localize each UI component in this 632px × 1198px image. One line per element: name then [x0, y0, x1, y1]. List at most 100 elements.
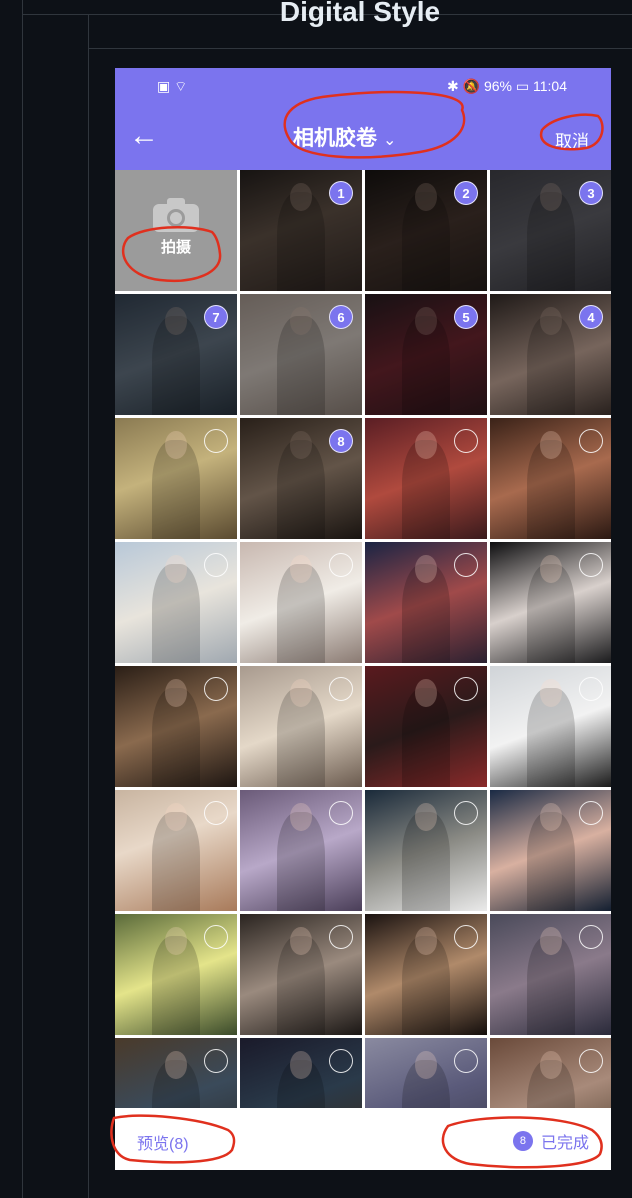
selection-circle-icon[interactable] — [329, 1049, 353, 1073]
photo-thumbnail[interactable]: 1 — [240, 170, 362, 291]
selection-order-badge[interactable]: 8 — [329, 429, 353, 453]
photo-thumbnail[interactable] — [240, 542, 362, 663]
photo-thumbnail[interactable] — [240, 666, 362, 787]
selection-circle-icon[interactable] — [454, 1049, 478, 1073]
photo-thumbnail[interactable]: 4 — [490, 294, 611, 415]
selection-circle-icon[interactable] — [579, 1049, 603, 1073]
camera-icon — [153, 198, 199, 232]
selection-circle-icon[interactable] — [329, 677, 353, 701]
photo-image — [526, 679, 576, 787]
status-bar-right: ✱ 🔕 96% ▭ 11:04 — [447, 78, 567, 94]
status-bar-left: ▣ ⌔ — [157, 78, 188, 94]
selection-circle-icon[interactable] — [204, 429, 228, 453]
cancel-button[interactable]: 取消 — [555, 127, 589, 152]
photo-thumbnail[interactable]: 8 — [240, 418, 362, 539]
photo-thumbnail[interactable] — [490, 914, 611, 1035]
photo-thumbnail[interactable] — [490, 542, 611, 663]
photo-thumbnail[interactable] — [115, 1038, 237, 1108]
photo-image — [151, 431, 201, 539]
chevron-down-icon: ⌄ — [383, 132, 397, 149]
album-selector[interactable]: 相机胶卷 ⌄ — [293, 122, 396, 152]
photo-thumbnail[interactable] — [240, 914, 362, 1035]
done-button[interactable]: 8 已完成 — [512, 1129, 589, 1153]
camera-capture-label: 拍摄 — [160, 239, 191, 256]
done-label: 已完成 — [540, 1135, 589, 1152]
selection-order-badge[interactable]: 2 — [454, 181, 478, 205]
heading-divider — [88, 48, 632, 49]
photo-thumbnail[interactable] — [240, 1038, 362, 1108]
photo-thumbnail[interactable]: 5 — [365, 294, 487, 415]
photo-thumbnail[interactable] — [115, 418, 237, 539]
border-line-inner — [88, 14, 89, 1198]
selection-circle-icon[interactable] — [454, 553, 478, 577]
photo-thumbnail[interactable] — [365, 1038, 487, 1108]
photo-thumbnail[interactable] — [490, 418, 611, 539]
photo-image — [526, 555, 576, 663]
photo-image — [151, 679, 201, 787]
bottom-bar: 预览(8) 8 已完成 — [115, 1108, 611, 1170]
photo-image — [526, 431, 576, 539]
selection-circle-icon[interactable] — [579, 553, 603, 577]
selection-circle-icon[interactable] — [454, 801, 478, 825]
selection-circle-icon[interactable] — [204, 553, 228, 577]
arrow-left-icon[interactable]: ← — [129, 118, 159, 154]
photo-image — [401, 927, 451, 1035]
photo-thumbnail[interactable]: 3 — [490, 170, 611, 291]
selection-circle-icon[interactable] — [204, 677, 228, 701]
photo-thumbnail[interactable] — [365, 542, 487, 663]
camera-capture-tile[interactable]: 拍摄 — [115, 170, 237, 291]
selection-order-badge[interactable]: 5 — [454, 305, 478, 329]
selection-order-badge[interactable]: 7 — [204, 305, 228, 329]
selection-circle-icon[interactable] — [579, 925, 603, 949]
photo-thumbnail[interactable]: 2 — [365, 170, 487, 291]
selection-circle-icon[interactable] — [579, 801, 603, 825]
selection-circle-icon[interactable] — [204, 1049, 228, 1073]
photo-thumbnail[interactable] — [490, 1038, 611, 1108]
photo-image — [526, 183, 576, 291]
selection-circle-icon[interactable] — [454, 677, 478, 701]
selection-order-badge[interactable]: 1 — [329, 181, 353, 205]
selection-circle-icon[interactable] — [579, 677, 603, 701]
photo-image — [151, 307, 201, 415]
phone-screenshot: ▣ ⌔ ✱ 🔕 96% ▭ 11:04 ← 相机胶卷 ⌄ 取消 拍摄 1 2 3 7 6 5… — [115, 68, 611, 1170]
photo-thumbnail[interactable] — [115, 542, 237, 663]
photo-image — [276, 307, 326, 415]
photo-image — [401, 803, 451, 911]
preview-button[interactable]: 预览(8) — [137, 1130, 189, 1154]
photo-image — [526, 1051, 576, 1108]
selection-circle-icon[interactable] — [329, 553, 353, 577]
photo-image — [526, 803, 576, 911]
selection-circle-icon[interactable] — [329, 925, 353, 949]
border-line-left — [22, 0, 23, 1198]
selection-order-badge[interactable]: 3 — [579, 181, 603, 205]
photo-image — [276, 183, 326, 291]
selection-circle-icon[interactable] — [204, 801, 228, 825]
photo-image — [401, 1051, 451, 1108]
selection-circle-icon[interactable] — [454, 925, 478, 949]
photo-thumbnail[interactable] — [115, 790, 237, 911]
photo-thumbnail[interactable]: 7 — [115, 294, 237, 415]
photo-thumbnail[interactable] — [365, 666, 487, 787]
photo-thumbnail[interactable] — [490, 666, 611, 787]
photo-image — [151, 803, 201, 911]
selection-circle-icon[interactable] — [204, 925, 228, 949]
photo-thumbnail[interactable] — [365, 790, 487, 911]
photo-thumbnail[interactable] — [115, 914, 237, 1035]
photo-image — [276, 679, 326, 787]
photo-thumbnail[interactable]: 6 — [240, 294, 362, 415]
selection-circle-icon[interactable] — [579, 429, 603, 453]
selection-order-badge[interactable]: 4 — [579, 305, 603, 329]
photo-thumbnail[interactable] — [240, 790, 362, 911]
photo-image — [401, 183, 451, 291]
photo-thumbnail[interactable] — [365, 418, 487, 539]
photo-image — [526, 927, 576, 1035]
app-header: ▣ ⌔ ✱ 🔕 96% ▭ 11:04 ← 相机胶卷 ⌄ 取消 — [115, 68, 611, 170]
selection-circle-icon[interactable] — [454, 429, 478, 453]
photo-image — [526, 307, 576, 415]
photo-image — [401, 555, 451, 663]
photo-thumbnail[interactable] — [490, 790, 611, 911]
photo-thumbnail[interactable] — [365, 914, 487, 1035]
photo-thumbnail[interactable] — [115, 666, 237, 787]
selection-circle-icon[interactable] — [329, 801, 353, 825]
selection-order-badge[interactable]: 6 — [329, 305, 353, 329]
